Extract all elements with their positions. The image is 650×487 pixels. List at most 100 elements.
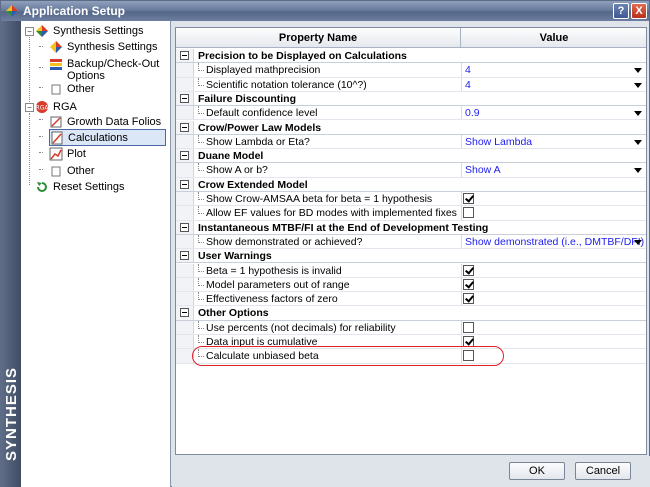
grid-header: Property Name Value — [176, 28, 646, 48]
property-checkbox[interactable] — [463, 278, 474, 290]
property-value[interactable]: Show A — [465, 163, 501, 177]
dropdown-arrow-icon[interactable] — [634, 111, 642, 117]
property-checkbox[interactable] — [463, 264, 474, 276]
category-name: User Warnings — [198, 250, 272, 263]
row-gutter — [176, 106, 194, 120]
category-row[interactable]: Duane Model — [176, 149, 646, 164]
collapse-toggle-icon[interactable] — [180, 308, 189, 318]
column-separator — [461, 277, 462, 292]
application-setup-window: Application Setup ? X SYNTHESIS − Synthe… — [0, 0, 650, 487]
dropdown-arrow-icon[interactable] — [634, 239, 642, 245]
column-header-property[interactable]: Property Name — [176, 28, 461, 48]
property-row[interactable]: Default confidence level 0.9 — [176, 106, 646, 121]
tree-item-label: Synthesis Settings — [53, 25, 144, 37]
row-gutter — [176, 163, 194, 177]
tree-branch-line — [198, 263, 204, 272]
property-row[interactable]: Displayed mathprecision 4 — [176, 63, 646, 78]
row-gutter — [176, 63, 194, 77]
collapse-toggle-icon[interactable] — [180, 179, 189, 189]
column-header-value[interactable]: Value — [462, 28, 646, 48]
property-checkbox[interactable] — [463, 293, 474, 305]
property-row[interactable]: Effectiveness factors of zero — [176, 292, 646, 307]
tree-item-label: Other — [67, 165, 95, 177]
category-row[interactable]: User Warnings — [176, 249, 646, 264]
row-gutter — [176, 206, 194, 220]
help-button[interactable]: ? — [613, 3, 629, 19]
property-name: Displayed mathprecision — [206, 64, 321, 77]
property-name: Use percents (not decimals) for reliabil… — [206, 321, 396, 334]
column-separator — [461, 206, 462, 220]
property-row[interactable]: Scientific notation tolerance (10^?) 4 — [176, 77, 646, 92]
column-separator — [461, 263, 462, 277]
property-value[interactable]: Show demonstrated (i.e., DMTBF/DFI) — [465, 235, 644, 249]
property-value[interactable]: 0.9 — [465, 106, 480, 120]
property-name: Show demonstrated or achieved? — [206, 235, 363, 248]
column-separator — [461, 77, 462, 91]
row-gutter — [176, 320, 194, 334]
property-checkbox[interactable] — [463, 207, 474, 219]
synthesis-icon — [36, 25, 48, 37]
category-name: Precision to be Displayed on Calculation… — [198, 50, 407, 62]
category-row[interactable]: Instantaneous MTBF/FI at the End of Deve… — [176, 220, 646, 235]
tree-item-calculations[interactable]: Calculations — [49, 129, 166, 146]
expander-rga[interactable]: − — [25, 103, 34, 112]
dropdown-arrow-icon[interactable] — [634, 82, 642, 88]
property-row[interactable]: Show Crow-AMSAA beta for beta = 1 hypoth… — [176, 192, 646, 207]
collapse-toggle-icon[interactable] — [180, 51, 189, 60]
plot-icon — [49, 147, 63, 161]
property-value[interactable]: Show Lambda — [465, 135, 532, 149]
property-row[interactable]: Show Lambda or Eta? Show Lambda — [176, 134, 646, 150]
category-row[interactable]: Other Options — [176, 306, 646, 321]
tree-branch-line — [198, 234, 204, 243]
property-name: Show A or b? — [206, 164, 268, 177]
cancel-button[interactable]: Cancel — [575, 462, 631, 480]
column-separator — [461, 163, 462, 177]
dropdown-arrow-icon[interactable] — [634, 168, 642, 174]
category-row[interactable]: Crow/Power Law Models — [176, 120, 646, 135]
column-separator — [461, 63, 462, 77]
category-name: Duane Model — [198, 150, 264, 163]
category-row[interactable]: Crow Extended Model — [176, 177, 646, 192]
dropdown-arrow-icon[interactable] — [634, 68, 642, 74]
tree-branch-line — [198, 77, 204, 86]
property-row[interactable]: Model parameters out of range — [176, 277, 646, 293]
annotation-highlight-ellipse — [192, 346, 504, 366]
collapse-toggle-icon[interactable] — [180, 93, 189, 103]
tree-branch-line — [198, 134, 204, 143]
property-checkbox[interactable] — [463, 193, 474, 204]
category-row[interactable]: Precision to be Displayed on Calculation… — [176, 49, 646, 64]
property-row[interactable]: Show demonstrated or achieved? Show demon… — [176, 234, 646, 250]
column-separator — [461, 106, 462, 120]
property-row[interactable]: Allow EF values for BD modes with implem… — [176, 206, 646, 221]
collapse-toggle-icon[interactable] — [180, 151, 189, 161]
category-name: Other Options — [198, 307, 269, 320]
reset-icon — [37, 182, 47, 192]
collapse-toggle-icon[interactable] — [180, 251, 189, 261]
title-bar[interactable]: Application Setup ? X — [1, 1, 649, 21]
column-separator — [461, 292, 462, 306]
backup-icon — [50, 59, 62, 70]
close-button[interactable]: X — [631, 3, 647, 19]
window-title: Application Setup — [23, 4, 125, 18]
tree-item-label: Synthesis Settings — [67, 41, 158, 53]
property-row[interactable]: Show A or b? Show A — [176, 163, 646, 178]
category-name: Crow/Power Law Models — [198, 121, 322, 134]
property-row[interactable]: Beta = 1 hypothesis is invalid — [176, 263, 646, 278]
property-name: Beta = 1 hypothesis is invalid — [206, 264, 342, 277]
tree-branch-line — [198, 163, 204, 172]
dropdown-arrow-icon[interactable] — [634, 139, 642, 145]
property-row[interactable]: Use percents (not decimals) for reliabil… — [176, 320, 646, 335]
property-name: Show Lambda or Eta? — [206, 135, 310, 148]
column-separator — [461, 192, 462, 206]
expander-synthesis[interactable]: − — [25, 27, 34, 36]
tree-item-label: RGA — [53, 101, 77, 113]
property-value[interactable]: 4 — [465, 78, 471, 92]
property-value[interactable]: 4 — [465, 63, 471, 77]
property-name: Scientific notation tolerance (10^?) — [206, 78, 367, 91]
category-row[interactable]: Failure Discounting — [176, 91, 646, 107]
ok-button[interactable]: OK — [509, 462, 565, 480]
property-checkbox[interactable] — [463, 321, 474, 333]
collapse-toggle-icon[interactable] — [180, 122, 189, 132]
row-gutter — [176, 335, 194, 349]
collapse-toggle-icon[interactable] — [180, 222, 189, 232]
